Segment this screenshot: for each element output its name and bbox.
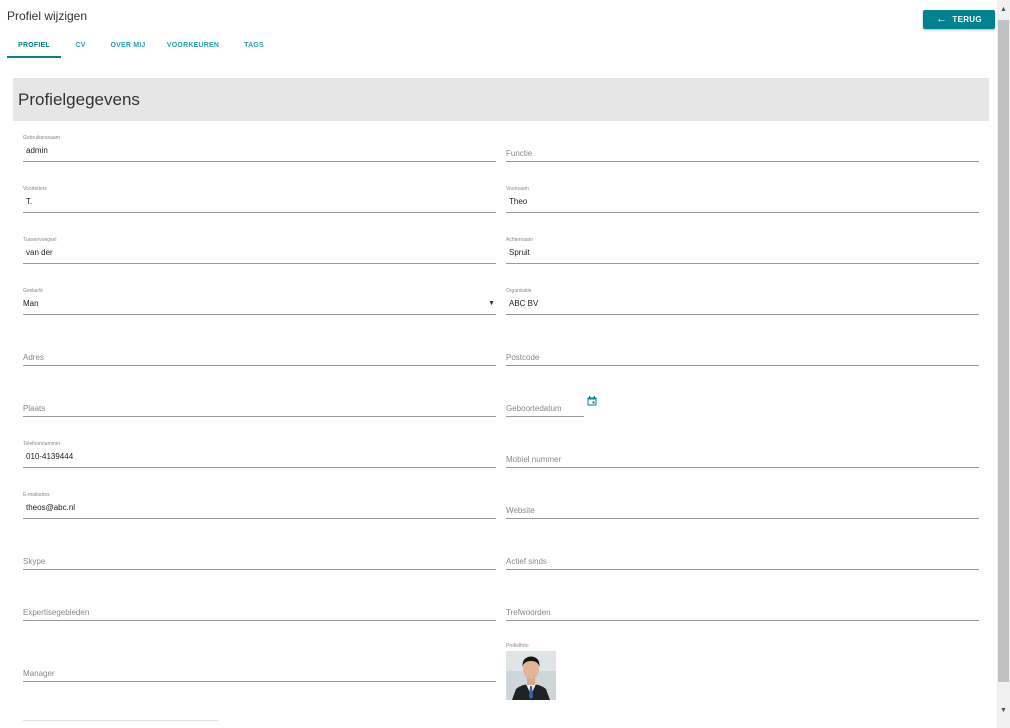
skype-field[interactable]: Skype bbox=[23, 543, 496, 583]
field-underline bbox=[23, 263, 496, 264]
tab-over-mij[interactable]: OVER MIJ bbox=[100, 36, 156, 58]
tussenvoegsel-label: Tussenvoegsel bbox=[23, 237, 57, 243]
telefoonnummer-field[interactable]: Telefoonnummer 010-4139444 bbox=[23, 441, 496, 481]
field-underline bbox=[506, 518, 979, 519]
website-field[interactable]: Website bbox=[506, 492, 979, 532]
profile-photo[interactable] bbox=[506, 651, 556, 700]
arrow-left-icon: ← bbox=[936, 13, 948, 25]
field-underline bbox=[506, 365, 979, 366]
field-underline bbox=[506, 212, 979, 213]
scrollbar-thumb[interactable] bbox=[998, 20, 1009, 682]
field-underline bbox=[23, 681, 496, 682]
gebruikersnaam-label: Gebruikersnaam bbox=[23, 135, 60, 141]
manager-label: Manager bbox=[23, 669, 55, 678]
voorletters-field[interactable]: Voorletters T. bbox=[23, 186, 496, 226]
voornaam-value: Theo bbox=[509, 197, 528, 206]
page-title: Profiel wijzigen bbox=[7, 9, 88, 23]
expertisegebieden-field[interactable]: Expertisegebieden bbox=[23, 594, 496, 634]
skype-label: Skype bbox=[23, 557, 46, 566]
expertisegebieden-label: Expertisegebieden bbox=[23, 608, 90, 617]
vertical-scrollbar[interactable]: ▲ ▼ bbox=[997, 0, 1010, 728]
achternaam-label: Achternaam bbox=[506, 237, 533, 243]
organisatie-value: ABC BV bbox=[509, 299, 539, 308]
functie-label: Functie bbox=[506, 149, 533, 158]
mobiel-nummer-label: Mobiel nummer bbox=[506, 455, 562, 464]
calendar-icon[interactable] bbox=[587, 396, 597, 406]
field-underline bbox=[506, 569, 979, 570]
tab-profiel[interactable]: PROFIEL bbox=[7, 36, 61, 58]
organisatie-field[interactable]: Organisatie ABC BV bbox=[506, 288, 979, 328]
voorletters-label: Voorletters bbox=[23, 186, 47, 192]
plaats-field[interactable]: Plaats bbox=[23, 390, 496, 430]
trefwoorden-field[interactable]: Trefwoorden bbox=[506, 594, 979, 634]
tab-cv[interactable]: CV bbox=[61, 36, 100, 58]
gebruikersnaam-field[interactable]: Gebruikersnaam admin bbox=[23, 135, 496, 175]
field-underline bbox=[506, 314, 979, 315]
geslacht-value: Man bbox=[23, 299, 39, 308]
voorletters-value: T. bbox=[26, 197, 33, 206]
field-underline bbox=[23, 620, 496, 621]
telefoonnummer-value: 010-4139444 bbox=[26, 452, 74, 461]
field-underline bbox=[23, 416, 496, 417]
postcode-field[interactable]: Postcode bbox=[506, 339, 979, 379]
trefwoorden-label: Trefwoorden bbox=[506, 608, 551, 617]
functie-field[interactable]: Functie bbox=[506, 135, 979, 175]
achternaam-value: Spruit bbox=[509, 248, 530, 257]
email-field[interactable]: E-mailadres theos@abc.nl bbox=[23, 492, 496, 532]
telefoonnummer-label: Telefoonnummer bbox=[23, 441, 61, 447]
adres-label: Adres bbox=[23, 353, 44, 362]
mobiel-nummer-field[interactable]: Mobiel nummer bbox=[506, 441, 979, 481]
field-underline bbox=[23, 212, 496, 213]
email-label: E-mailadres bbox=[23, 492, 50, 498]
tussenvoegsel-field[interactable]: Tussenvoegsel van der bbox=[23, 237, 496, 277]
tussenvoegsel-value: van der bbox=[26, 248, 53, 257]
geboortedatum-label: Geboortedatum bbox=[506, 404, 562, 413]
geboortedatum-field[interactable]: Geboortedatum bbox=[506, 390, 584, 430]
postcode-label: Postcode bbox=[506, 353, 540, 362]
field-underline bbox=[506, 620, 979, 621]
field-underline bbox=[506, 467, 979, 468]
voornaam-label: Voornaam bbox=[506, 186, 529, 192]
geslacht-select[interactable]: Geslacht Man ▼ bbox=[23, 288, 496, 328]
scroll-down-icon[interactable]: ▼ bbox=[997, 704, 1010, 718]
back-button-label: TERUG bbox=[952, 15, 982, 24]
field-underline bbox=[506, 263, 979, 264]
field-underline bbox=[23, 569, 496, 570]
field-underline bbox=[23, 518, 496, 519]
geslacht-label: Geslacht bbox=[23, 288, 43, 294]
tab-voorkeuren[interactable]: VOORKEUREN bbox=[156, 36, 230, 58]
field-underline bbox=[23, 161, 496, 162]
email-value: theos@abc.nl bbox=[26, 503, 76, 512]
website-label: Website bbox=[506, 506, 535, 515]
field-underline bbox=[506, 416, 584, 417]
dropdown-caret-icon: ▼ bbox=[488, 300, 495, 307]
section-title: Profielgegevens bbox=[13, 78, 989, 121]
field-underline bbox=[506, 161, 979, 162]
field-underline bbox=[23, 365, 496, 366]
back-button[interactable]: ← TERUG bbox=[923, 10, 995, 29]
profielfoto-label: Profielfoto bbox=[506, 643, 529, 649]
achternaam-field[interactable]: Achternaam Spruit bbox=[506, 237, 979, 277]
tab-bar: PROFIEL CV OVER MIJ VOORKEUREN TAGS bbox=[7, 36, 278, 58]
field-underline bbox=[23, 467, 496, 468]
manager-field[interactable]: Manager bbox=[23, 655, 496, 695]
adres-field[interactable]: Adres bbox=[23, 339, 496, 379]
tab-tags[interactable]: TAGS bbox=[230, 36, 278, 58]
scroll-up-icon[interactable]: ▲ bbox=[997, 3, 1010, 17]
actief-sinds-field[interactable]: Actief sinds bbox=[506, 543, 979, 583]
voornaam-field[interactable]: Voornaam Theo bbox=[506, 186, 979, 226]
gebruikersnaam-value: admin bbox=[26, 146, 48, 155]
actief-sinds-label: Actief sinds bbox=[506, 557, 547, 566]
plaats-label: Plaats bbox=[23, 404, 46, 413]
divider bbox=[23, 720, 218, 721]
field-underline bbox=[23, 314, 496, 315]
organisatie-label: Organisatie bbox=[506, 288, 532, 294]
